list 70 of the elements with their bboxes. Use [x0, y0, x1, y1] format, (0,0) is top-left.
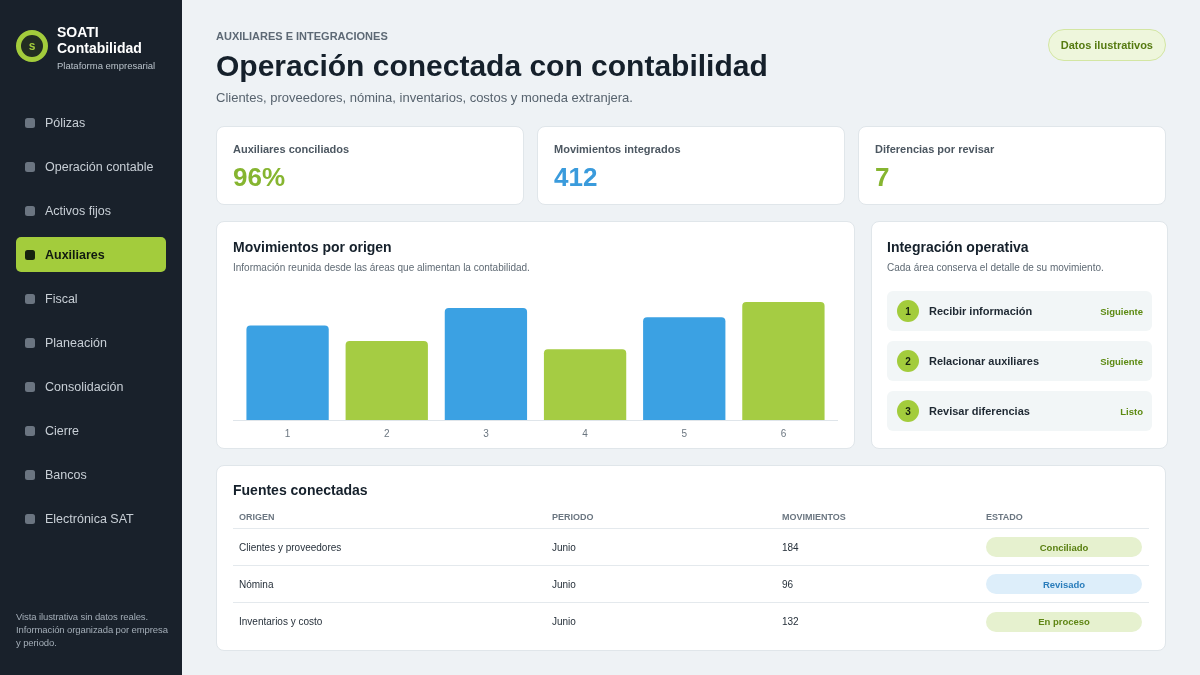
step-status: Listo	[1120, 405, 1143, 417]
table-cell-text: Clientes y proveedores	[238, 541, 343, 553]
nav-item[interactable]: Cierre	[16, 413, 166, 448]
square-icon	[25, 249, 35, 260]
nav-item[interactable]: Bancos	[16, 457, 166, 492]
column-header: ESTADO	[985, 511, 1024, 522]
brand-subtitle: Plataforma empresarial	[57, 60, 157, 72]
step-status: Siguiente	[1100, 305, 1143, 317]
square-icon	[25, 293, 35, 304]
square-icon	[25, 381, 35, 392]
logo-mark: s	[16, 30, 48, 62]
axis-label: 1	[284, 427, 291, 439]
nav-item[interactable]: Operación contable	[16, 149, 166, 184]
card-title: Integración operativa	[887, 238, 1030, 256]
nav-item[interactable]: Planeación	[16, 325, 166, 360]
axis-label: 4	[582, 427, 588, 439]
status-badge: En proceso	[986, 611, 1142, 632]
axis-label: 5	[681, 427, 688, 439]
card-title: Movimientos por origen	[233, 238, 393, 256]
kpi-value: 412	[554, 162, 599, 192]
square-icon	[25, 117, 35, 128]
kpi-value: 7	[875, 162, 891, 192]
page-subtitle: Clientes, proveedores, nómina, inventarios, costos y moneda extranjera.	[216, 90, 634, 106]
axis-label: 3	[483, 427, 489, 439]
square-icon	[25, 205, 35, 216]
kpi-label: Auxiliares conciliados	[233, 142, 351, 156]
column-header: PERIODO	[551, 511, 595, 522]
nav-item[interactable]: Activos fijos	[16, 193, 166, 228]
column-header: MOVIMIENTOS	[781, 511, 847, 522]
section-label: AUXILIARES E INTEGRACIONES	[216, 30, 389, 43]
table-cell-text: Inventarios y costo	[238, 616, 324, 627]
nav-item[interactable]: Pólizas	[16, 105, 166, 140]
table-cell-text: 96	[781, 578, 795, 590]
card-title: Fuentes conectadas	[233, 481, 369, 499]
sidebar-note: Vista ilustrativa sin datos reales. Información organizada por empresa y periodo.	[16, 610, 169, 649]
step-number: 2	[897, 350, 919, 372]
nav-item[interactable]: Auxiliares	[16, 237, 166, 272]
table-cell-text: 184	[781, 541, 800, 553]
table-cell-text: Junio	[551, 578, 577, 590]
step-number: 1	[897, 300, 919, 322]
nav-item[interactable]: Electrónica SAT	[16, 501, 166, 536]
nav-item[interactable]: Consolidación	[16, 369, 166, 404]
square-icon	[25, 513, 35, 524]
kpi-value: 96%	[233, 162, 287, 192]
card-subtitle: Cada área conserva el detalle de su movimiento.	[887, 261, 1105, 274]
step-status: Siguiente	[1100, 355, 1143, 367]
kpi-label: Diferencias por revisar	[875, 142, 996, 156]
kpi-label: Movimientos integrados	[554, 142, 682, 156]
table-cell-text: 132	[781, 616, 800, 627]
status-badge: Revisado	[986, 574, 1142, 594]
card-subtitle: Información reunida desde las áreas que alimentan la contabilidad.	[233, 261, 531, 274]
status-badge: Conciliado	[986, 537, 1142, 557]
axis-label: 6	[780, 427, 787, 439]
brand-title: SOATI Contabilidad	[57, 24, 143, 56]
axis-label: 2	[383, 427, 390, 439]
square-icon	[25, 469, 35, 480]
square-icon	[25, 337, 35, 348]
step-number: 3	[897, 400, 919, 422]
nav-item[interactable]: Fiscal	[16, 281, 166, 316]
column-header: ORIGEN	[238, 511, 276, 522]
table-cell-text: Junio	[551, 541, 577, 553]
square-icon	[25, 161, 35, 172]
step-label: Recibir información	[929, 305, 1034, 317]
step-label: Relacionar auxiliares	[929, 355, 1041, 367]
table-cell-text: Junio	[551, 616, 577, 627]
table-cell-text: Nómina	[238, 578, 275, 590]
info-badge: Datos ilustrativos	[1047, 29, 1166, 61]
page-title: Operación conectada con contabilidad	[216, 49, 768, 83]
step-label: Revisar diferencias	[929, 405, 1031, 417]
square-icon	[25, 425, 35, 436]
